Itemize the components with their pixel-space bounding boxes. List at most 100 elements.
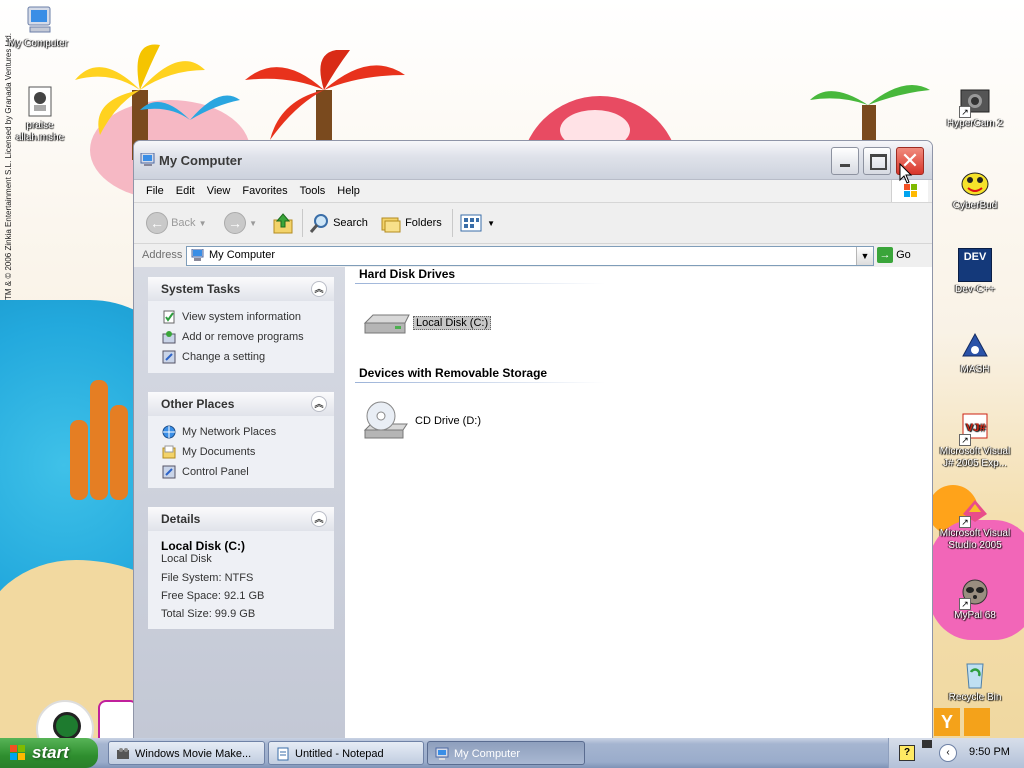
file-list[interactable]: Hard Disk Drives Local Disk (C:) Devices…: [345, 267, 932, 738]
clock[interactable]: 9:50 PM: [969, 746, 1010, 758]
menu-bar: File Edit View Favorites Tools Help: [134, 180, 932, 203]
search-label: Search: [333, 217, 368, 229]
maximize-button[interactable]: [863, 147, 891, 175]
visual-studio-icon: [959, 494, 991, 528]
desktop-icon-dev-cpp[interactable]: DEV Dev-C++: [937, 248, 1013, 296]
address-dropdown-button[interactable]: ▼: [856, 247, 873, 265]
toolbar: ← Back ▼ → ▼ Search Folders ▼: [134, 203, 932, 244]
collapse-chevron-icon[interactable]: ︽: [311, 281, 327, 297]
computer-icon: [191, 248, 204, 262]
folders-button[interactable]: Folders: [380, 211, 442, 235]
control-panel-icon: [162, 465, 176, 479]
start-button[interactable]: start: [0, 738, 98, 768]
add-remove-icon: [162, 331, 176, 344]
system-tasks-header[interactable]: System Tasks ︽: [148, 277, 334, 301]
go-arrow-icon: →: [877, 247, 893, 263]
details-free-space: Free Space: 92.1 GB: [161, 590, 265, 602]
visual-jsharp-icon: VJ#: [959, 412, 991, 446]
details-type: Local Disk: [161, 553, 212, 565]
menu-edit[interactable]: Edit: [170, 180, 201, 202]
partial-app-icon[interactable]: [98, 700, 138, 738]
my-documents-link[interactable]: My Documents: [160, 442, 326, 462]
address-value: My Computer: [209, 249, 276, 261]
desktop-icon-cyberbud[interactable]: CyberBud: [937, 166, 1013, 212]
control-panel-icon: [162, 350, 176, 364]
folders-icon: [381, 217, 401, 233]
windows-logo-icon: [10, 745, 25, 760]
taskbar-item-my-computer[interactable]: My Computer: [427, 741, 585, 765]
taskbar-item-notepad[interactable]: Untitled - Notepad: [268, 741, 424, 765]
recycle-bin-icon: [959, 658, 991, 690]
palm-tree-green: [810, 85, 930, 145]
title-bar[interactable]: My Computer ✕: [134, 141, 932, 180]
desktop-icon-recycle-bin[interactable]: Recycle Bin: [937, 658, 1013, 704]
help-icon[interactable]: ?: [899, 745, 915, 761]
panel-title: Details: [161, 512, 201, 526]
chevron-down-icon: ▼: [198, 219, 207, 228]
address-input[interactable]: My Computer ▼: [186, 246, 874, 266]
desktop-icon-label: praise allah.mshe: [15, 120, 65, 143]
group-header-removable: Devices with Removable Storage: [359, 366, 548, 380]
palm-tree-red: [245, 50, 405, 150]
minimize-button[interactable]: [831, 147, 859, 175]
desktop-icon-mash[interactable]: MASH: [937, 330, 1013, 376]
back-button[interactable]: ← Back ▼: [146, 211, 207, 235]
group-divider: [355, 283, 605, 284]
desktop-icon-mypal[interactable]: MyPal 68: [937, 576, 1013, 622]
network-tray-icon[interactable]: [922, 740, 932, 748]
system-info-icon: [163, 310, 175, 324]
collapse-chevron-icon[interactable]: ︽: [311, 511, 327, 527]
other-places-header[interactable]: Other Places ︽: [148, 392, 334, 416]
show-hidden-icons-button[interactable]: ‹: [939, 744, 957, 762]
change-setting-link[interactable]: Change a setting: [160, 347, 326, 367]
my-computer-window[interactable]: My Computer ✕ File Edit View Favorites Tools…: [133, 140, 933, 739]
desktop-icon-hypercam[interactable]: HyperCam 2: [937, 84, 1013, 130]
drive-label: Local Disk (C:): [413, 316, 492, 330]
content-area: System Tasks ︽ View system information A…: [134, 267, 932, 738]
menu-file[interactable]: File: [140, 180, 170, 202]
collapse-chevron-icon[interactable]: ︽: [311, 396, 327, 412]
other-places-panel: Other Places ︽ My Network Places My Docu…: [148, 392, 334, 488]
add-remove-programs-link[interactable]: Add or remove programs: [160, 327, 326, 347]
search-button[interactable]: Search: [308, 211, 368, 235]
yahoo-icon[interactable]: Y: [934, 708, 960, 736]
menu-view[interactable]: View: [201, 180, 237, 202]
desktop-icon-praise-allah[interactable]: praise allah.mshe: [2, 86, 78, 144]
details-header[interactable]: Details ︽: [148, 507, 334, 531]
system-tasks-panel: System Tasks ︽ View system information A…: [148, 277, 334, 373]
my-network-places-link[interactable]: My Network Places: [160, 422, 326, 442]
go-button[interactable]: → Go: [877, 247, 911, 263]
desktop-icon-label: My Computer: [7, 38, 68, 49]
desktop-icon-visual-jsharp[interactable]: VJ# Microsoft Visual J# 2005 Exp...: [937, 412, 1013, 470]
computer-icon: [435, 747, 449, 761]
group-divider: [355, 382, 605, 383]
bug-mascot-icon: [959, 166, 991, 198]
view-system-information-link[interactable]: View system information: [160, 307, 326, 327]
desktop-icon-visual-studio[interactable]: Microsoft Visual Studio 2005: [937, 494, 1013, 552]
computer-icon: [22, 4, 54, 36]
back-arrow-icon: ←: [146, 212, 168, 235]
forward-button[interactable]: → ▼: [224, 211, 257, 235]
taskbar-item-movie-maker[interactable]: Windows Movie Make...: [108, 741, 265, 765]
wizard-hat-icon: [959, 330, 991, 362]
details-name: Local Disk (C:): [161, 539, 246, 553]
menu-help[interactable]: Help: [331, 180, 366, 202]
document-icon: [24, 86, 56, 118]
toolbar-separator: [452, 209, 453, 237]
flame-app-icon[interactable]: [964, 708, 990, 736]
up-folder-button[interactable]: [272, 211, 294, 235]
desktop-icon-my-computer[interactable]: My Computer: [0, 4, 76, 50]
details-total-size: Total Size: 99.9 GB: [161, 608, 256, 620]
control-panel-link[interactable]: Control Panel: [160, 462, 326, 482]
address-label: Address: [142, 249, 183, 261]
notepad-icon: [277, 747, 289, 761]
desktop-icon-label: MASH: [960, 364, 990, 375]
start-label: start: [32, 743, 69, 762]
views-button[interactable]: ▼: [460, 211, 495, 235]
folder-icon: [162, 445, 176, 459]
desktop-icon-label: Dev-C++: [954, 284, 995, 295]
cd-drive-icon: [363, 401, 408, 439]
taskbar: start Windows Movie Make... Untitled - N…: [0, 738, 1024, 768]
menu-tools[interactable]: Tools: [294, 180, 332, 202]
menu-favorites[interactable]: Favorites: [236, 180, 293, 202]
